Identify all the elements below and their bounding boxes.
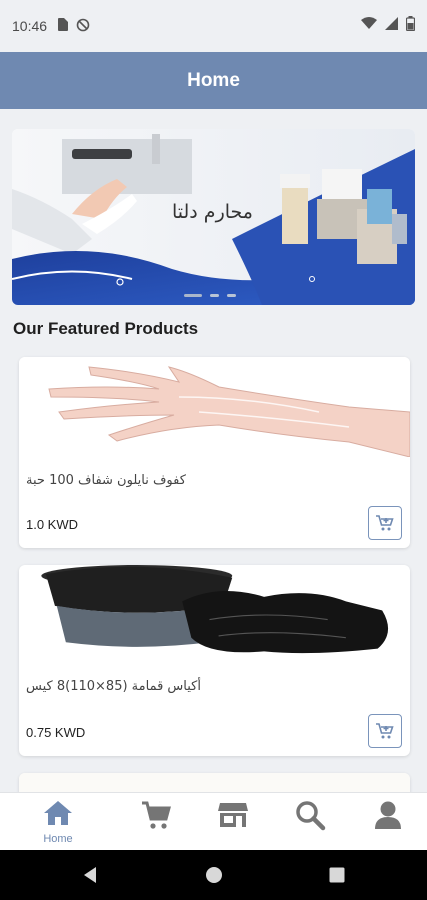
product-card[interactable]: أكياس قمامة (85×110)8 كيس 0.75 KWD [19,565,410,756]
product-price: 0.75 KWD [26,725,86,740]
signal-icon [385,17,398,33]
product-image [19,773,410,792]
add-to-cart-icon [376,515,394,531]
nav-home[interactable]: Home [28,799,88,845]
status-bar: 10:46 [0,0,427,52]
wifi-icon [361,17,377,33]
add-to-cart-icon [376,723,394,739]
nav-home-label: Home [43,833,73,845]
add-to-cart-button[interactable] [368,714,402,748]
product-image [36,565,393,665]
nav-store[interactable] [203,799,263,836]
carousel-dot-3[interactable] [227,294,236,297]
carousel-indicator[interactable] [184,294,236,297]
add-to-cart-button[interactable] [368,506,402,540]
home-circle-icon[interactable] [205,866,223,889]
cart-icon [142,801,171,829]
search-icon [296,801,326,831]
user-icon [375,801,401,829]
home-icon [44,801,72,825]
app-bar: Home [0,52,427,109]
product-name: كفوف نايلون شفاف 100 حبة [26,473,186,488]
battery-icon [405,16,416,34]
nav-cart[interactable] [126,799,186,836]
page-title: Home [187,69,240,91]
recents-icon[interactable] [329,867,345,888]
system-navigation-bar [0,850,427,900]
product-price: 1.0 KWD [26,517,79,532]
bottom-navigation: Home [0,792,427,850]
nav-profile[interactable] [358,799,418,836]
product-name: أكياس قمامة (85×110)8 كيس [26,679,201,694]
store-icon [218,803,248,827]
home-content[interactable]: محارم دلتا Our Featured Products كفوف نا… [0,109,427,792]
banner-brand-text: محارم دلتا [172,201,253,223]
product-card[interactable] [19,773,410,792]
product-image [19,357,410,457]
nav-search[interactable] [280,799,340,836]
carousel-dot-2[interactable] [210,294,219,297]
no-data-icon [76,18,90,35]
promo-banner[interactable]: محارم دلتا [12,129,415,305]
featured-products-title: Our Featured Products [13,319,199,338]
carousel-dot-1[interactable] [184,294,202,297]
status-time: 10:46 [12,18,48,34]
sim-card-icon [57,18,69,34]
product-card[interactable]: كفوف نايلون شفاف 100 حبة 1.0 KWD [19,357,410,548]
back-icon[interactable] [82,866,98,889]
